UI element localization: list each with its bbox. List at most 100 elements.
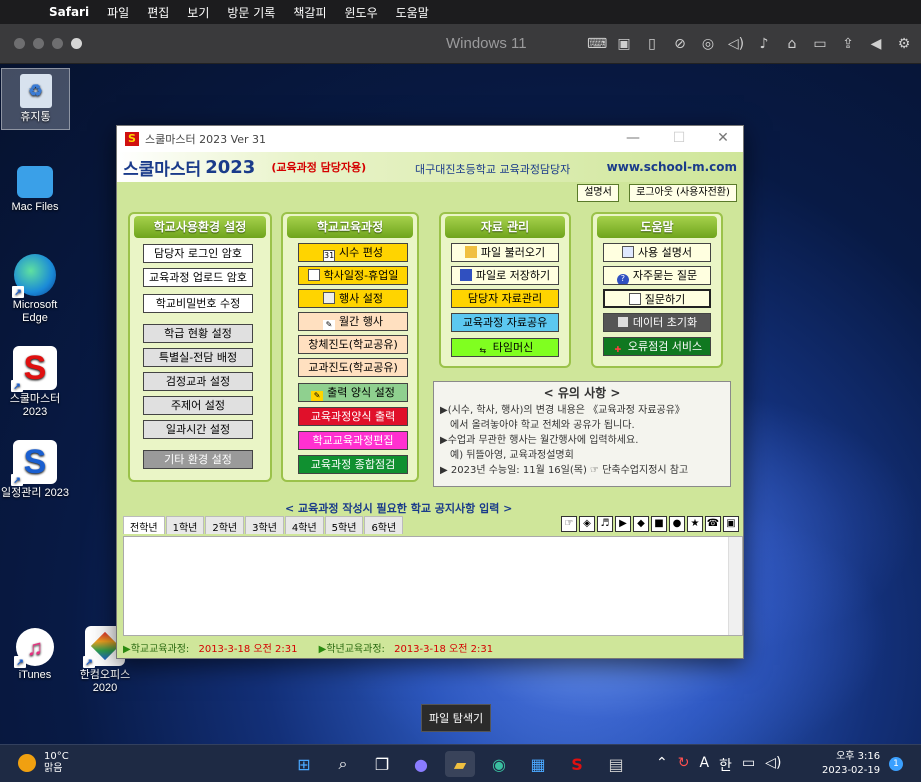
input-lang[interactable]: A (699, 755, 709, 775)
subject-progress-button[interactable]: 교과진도(학교공유) (298, 358, 408, 377)
search-icon[interactable]: ⌕ (328, 751, 358, 777)
menu-edit[interactable]: 편집 (138, 4, 178, 21)
volume-icon[interactable]: ◁) (765, 755, 781, 775)
cpu-icon[interactable]: ▣ (615, 35, 633, 53)
tab-grade2[interactable]: 2학년 (205, 516, 245, 534)
network-icon[interactable]: ◎ (699, 35, 717, 53)
phone-icon[interactable]: ☎ (705, 516, 721, 532)
tab-grade4[interactable]: 4학년 (284, 516, 324, 534)
event-button[interactable]: 행사 설정 (298, 289, 408, 308)
keyword-button[interactable]: 주제어 설정 (143, 396, 253, 415)
close-button[interactable]: ✕ (703, 130, 743, 146)
ime-mode[interactable]: 한 (719, 755, 732, 775)
star-icon[interactable]: ★ (687, 516, 703, 532)
error-check-button[interactable]: ✚ 오류점검 서비스 (603, 337, 711, 356)
hours-button[interactable]: 31 시수 편성 (298, 243, 408, 262)
sound-icon[interactable]: ◁) (727, 35, 745, 53)
notice-textarea[interactable] (123, 536, 743, 636)
time-machine-button[interactable]: ⇆ 타임머신 (451, 338, 559, 357)
class-status-button[interactable]: 학급 현황 설정 (143, 324, 253, 343)
menu-app[interactable]: Safari (40, 5, 98, 19)
video-icon[interactable]: ▭ (811, 35, 829, 53)
usb-icon[interactable]: ▯ (643, 35, 661, 53)
desktop-schoolmaster[interactable]: S ↗ 스쿨마스터 2023 (0, 346, 70, 419)
desktop-schedule[interactable]: S ↗ 일정관리 2023 (0, 440, 70, 500)
vertical-scrollbar[interactable] (728, 537, 742, 635)
desktop-itunes[interactable]: ♫ ↗ iTunes (0, 628, 70, 682)
schoolmaster-taskbar-icon[interactable]: S (562, 751, 592, 777)
data-reset-button[interactable]: 데이터 초기화 (603, 313, 711, 332)
edit-curriculum-button[interactable]: 학교교육과정편집 (298, 431, 408, 450)
windows-start-icon[interactable]: ⊞ (289, 751, 319, 777)
upload-password-button[interactable]: 교육과정 업로드 암호 (143, 268, 253, 287)
load-file-button[interactable]: 파일 불러오기 (451, 243, 559, 262)
desktop-recycle-bin[interactable]: ♻ 휴지통 (1, 68, 70, 130)
store-icon[interactable]: ▦ (523, 751, 553, 777)
microphone-icon[interactable]: ♪ (755, 35, 773, 53)
data-manage-button[interactable]: 담당자 자료관리 (451, 289, 559, 308)
manual-button[interactable]: 설명서 (577, 184, 619, 202)
tab-grade3[interactable]: 3학년 (245, 516, 284, 534)
chevron-up-icon[interactable]: ⌃ (656, 755, 668, 775)
minimize-button[interactable]: — (613, 130, 653, 146)
diamond-outline-icon[interactable]: ◈ (579, 516, 595, 532)
timetable-button[interactable]: 일과시간 설정 (143, 420, 253, 439)
monitor-icon[interactable]: ▭ (742, 755, 755, 775)
zoom-dot[interactable] (52, 38, 63, 49)
keyboard-icon[interactable]: ⌨ (587, 35, 607, 53)
faq-button[interactable]: ? 자주묻는 질문 (603, 266, 711, 285)
creative-progress-button[interactable]: 창체진도(학교공유) (298, 335, 408, 354)
sync-icon[interactable]: ↻ (678, 755, 690, 775)
school-password-button[interactable]: 학교비밀번호 수정 (143, 294, 253, 313)
circle-icon[interactable]: ● (669, 516, 685, 532)
special-room-button[interactable]: 특별실-전담 배정 (143, 348, 253, 367)
menu-window[interactable]: 윈도우 (335, 4, 386, 21)
minimize-dot[interactable] (33, 38, 44, 49)
share-icon[interactable]: ⇪ (839, 35, 857, 53)
menu-history[interactable]: 방문 기록 (218, 4, 284, 21)
textbook-button[interactable]: 검정교과 설정 (143, 372, 253, 391)
tab-grade6[interactable]: 6학년 (364, 516, 404, 534)
menu-file[interactable]: 파일 (98, 4, 138, 21)
diamond-icon[interactable]: ◆ (633, 516, 649, 532)
square-in-square-icon[interactable]: ▣ (723, 516, 739, 532)
triangle-right-icon[interactable]: ▶ (615, 516, 631, 532)
pointing-hand-icon[interactable]: ☞ (561, 516, 577, 532)
music-note-icon[interactable]: ♬ (597, 516, 613, 532)
file-explorer-icon[interactable]: ▰ (445, 751, 475, 777)
square-icon[interactable]: ■ (651, 516, 667, 532)
menu-view[interactable]: 보기 (178, 4, 218, 21)
notification-badge[interactable]: 1 (889, 757, 903, 771)
data-share-button[interactable]: 교육과정 자료공유 (451, 313, 559, 332)
login-password-button[interactable]: 담당자 로그인 암호 (143, 244, 253, 263)
logout-button[interactable]: 로그아웃 (사용자전환) (629, 184, 737, 202)
website-url[interactable]: www.school-m.com (607, 160, 737, 174)
print-format-button[interactable]: ✎ 출력 양식 설정 (298, 383, 408, 402)
gear-icon[interactable]: ⚙ (895, 35, 913, 53)
edge-taskbar-icon[interactable]: ◉ (484, 751, 514, 777)
tab-grade5[interactable]: 5학년 (324, 516, 364, 534)
tab-grade1[interactable]: 1학년 (165, 516, 205, 534)
unknown-app-icon[interactable]: ▤ (601, 751, 631, 777)
save-file-button[interactable]: 파일로 저장하기 (451, 266, 559, 285)
user-manual-button[interactable]: 사용 설명서 (603, 243, 711, 262)
camera-off-icon[interactable]: ⊘ (671, 35, 689, 53)
desktop-edge[interactable]: ↗ Microsoft Edge (0, 254, 70, 325)
overall-check-button[interactable]: 교육과정 종합점검 (298, 455, 408, 474)
monthly-event-button[interactable]: ✎ 월간 행사 (298, 312, 408, 331)
menu-bookmarks[interactable]: 책갈피 (284, 4, 335, 21)
back-icon[interactable]: ◀ (867, 35, 885, 53)
clock[interactable]: 오후 3:16 2023-02-19 (822, 750, 880, 778)
close-dot[interactable] (14, 38, 25, 49)
tab-all[interactable]: 전학년 (123, 516, 165, 534)
form-print-button[interactable]: 교육과정양식 출력 (298, 407, 408, 426)
other-settings-button[interactable]: 기타 환경 설정 (143, 450, 253, 469)
fullscreen-dot[interactable] (71, 38, 82, 49)
chat-icon[interactable]: ● (406, 751, 436, 777)
menu-help[interactable]: 도움말 (387, 4, 438, 21)
drive-icon[interactable]: ⌂ (783, 35, 801, 53)
desktop-mac-files[interactable]: Mac Files (0, 166, 70, 214)
maximize-button[interactable]: ☐ (659, 130, 699, 146)
schedule-button[interactable]: 학사일정-휴업일 (298, 266, 408, 285)
ask-question-button[interactable]: 질문하기 (603, 289, 711, 308)
